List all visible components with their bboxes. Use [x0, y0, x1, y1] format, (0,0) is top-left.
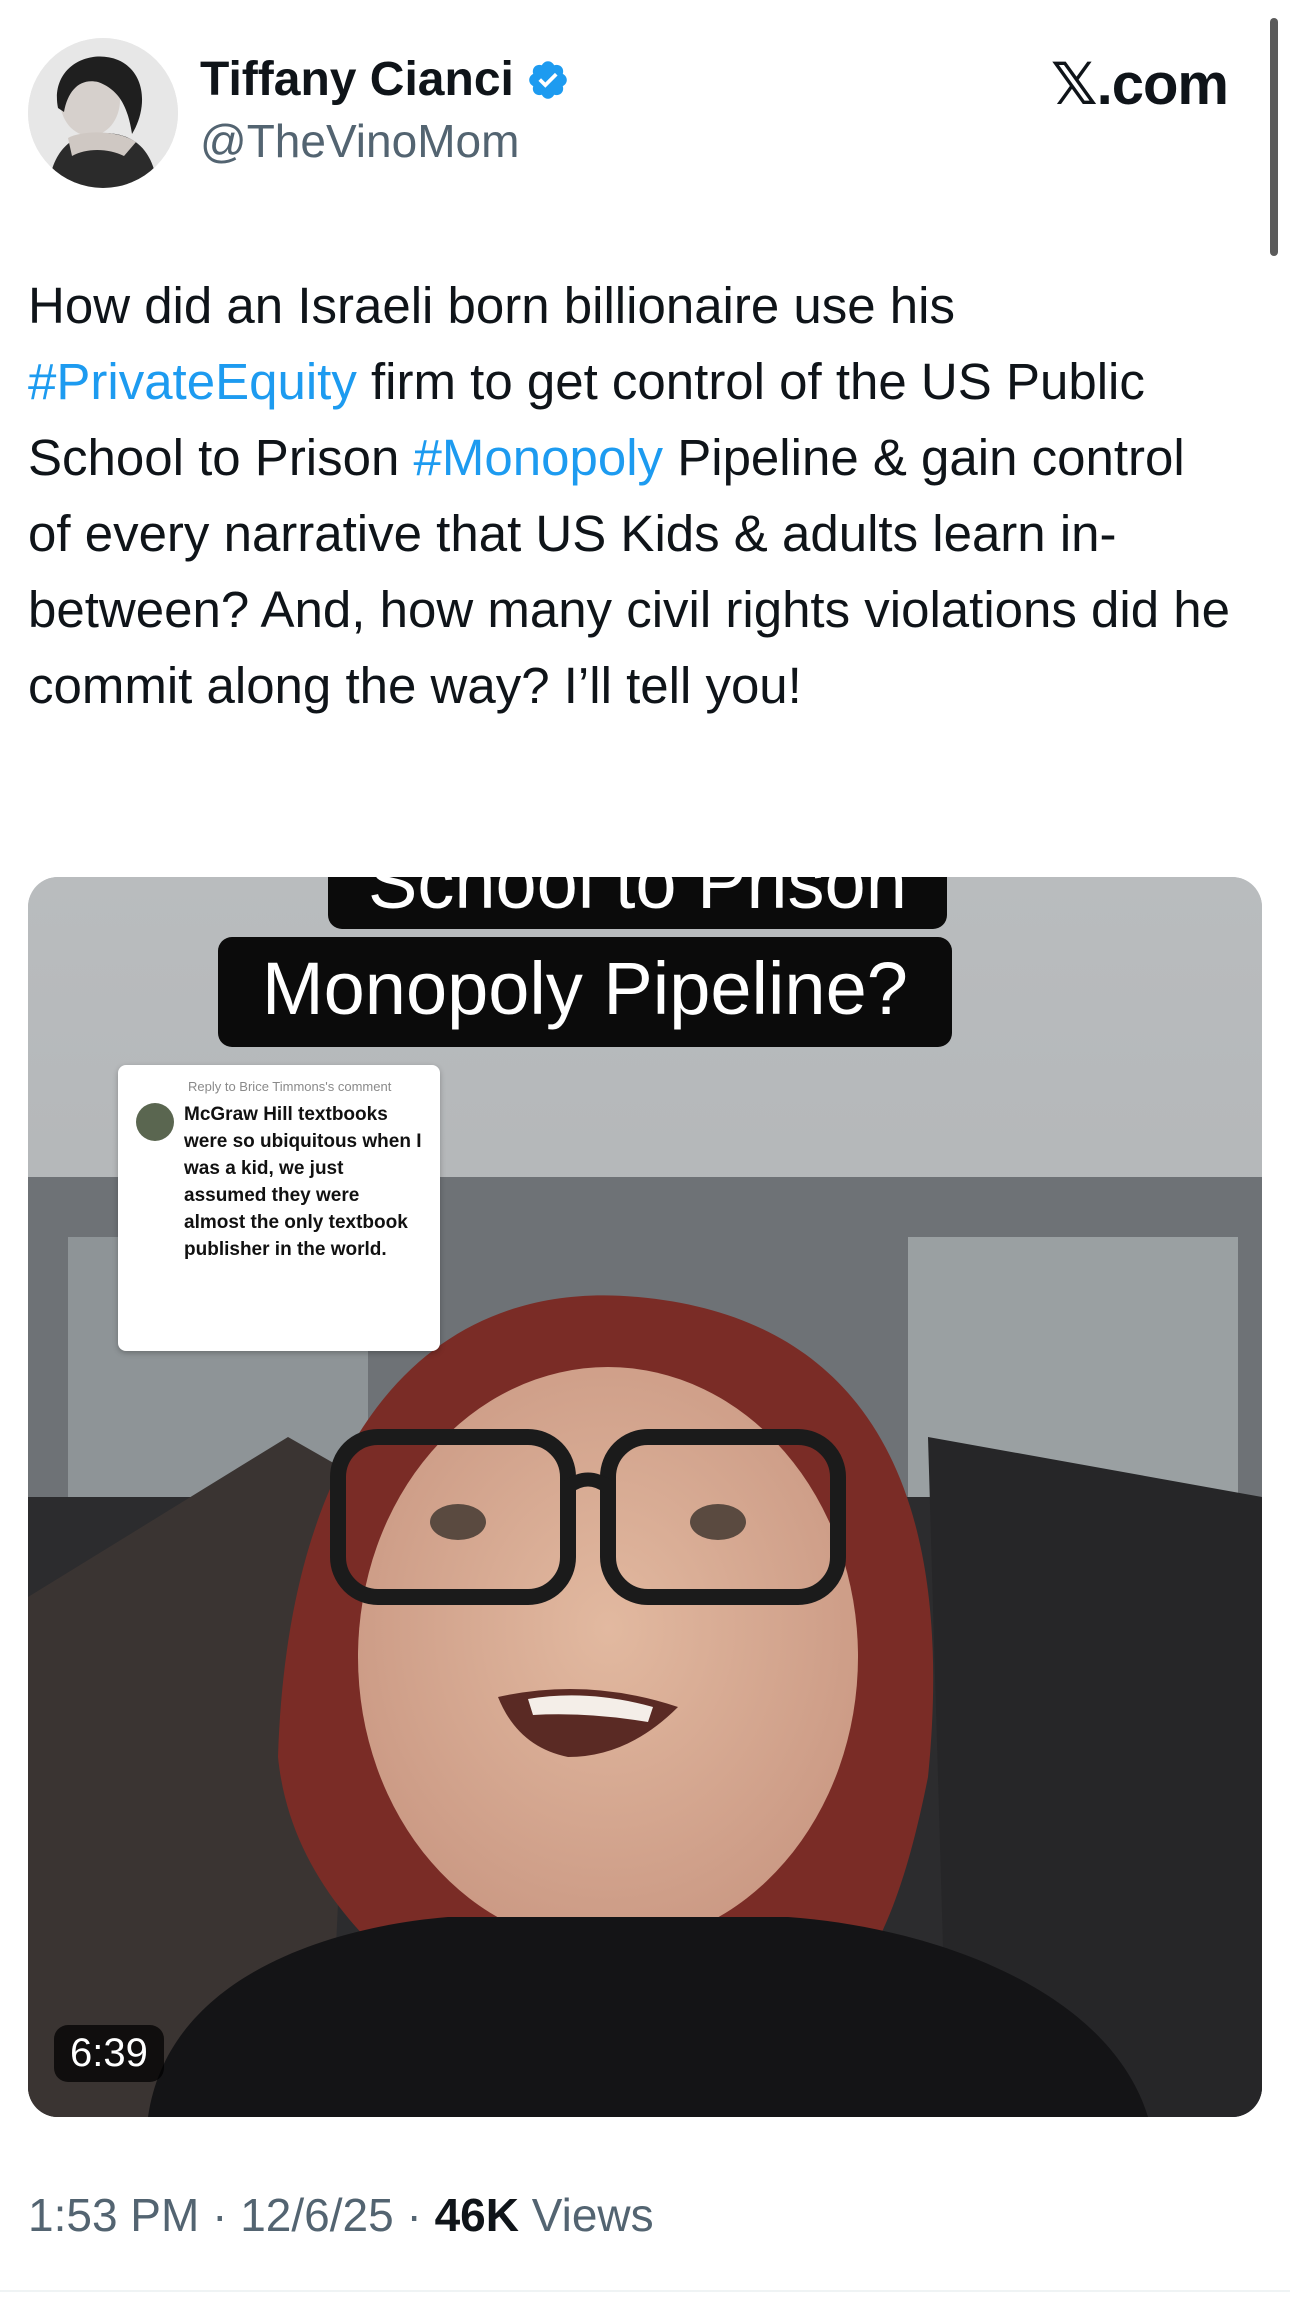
- display-name[interactable]: Tiffany Cianci: [200, 52, 514, 107]
- tweet-meta: 1:53 PM · 12/6/25 · 46K Views: [28, 2188, 654, 2242]
- reply-header: Reply to Brice Timmons's comment: [188, 1079, 392, 1094]
- tweet-text-part: How did an Israeli born billionaire use …: [28, 277, 955, 334]
- reply-body: McGraw Hill textbooks were so ubiquitous…: [136, 1101, 422, 1263]
- video-caption-top: School to Prison: [328, 877, 947, 929]
- tweet-text: How did an Israeli born billionaire use …: [28, 268, 1238, 724]
- avatar[interactable]: [28, 38, 178, 188]
- video-player[interactable]: School to Prison Monopoly Pipeline? Repl…: [28, 877, 1262, 2117]
- post-time[interactable]: 1:53 PM: [28, 2189, 199, 2241]
- divider: [0, 2290, 1290, 2292]
- reply-text: McGraw Hill textbooks were so ubiquitous…: [184, 1104, 422, 1260]
- reply-comment-card: Reply to Brice Timmons's comment McGraw …: [118, 1065, 440, 1351]
- commenter-avatar: [136, 1103, 174, 1141]
- views-label: Views: [518, 2189, 654, 2241]
- profile-photo: [28, 38, 178, 188]
- post-date[interactable]: 12/6/25: [240, 2189, 393, 2241]
- hashtag-link[interactable]: #Monopoly: [414, 429, 664, 486]
- video-caption: Monopoly Pipeline?: [218, 937, 952, 1047]
- separator: ·: [393, 2189, 435, 2241]
- hashtag-link[interactable]: #PrivateEquity: [28, 353, 357, 410]
- author-name-row: Tiffany Cianci: [200, 52, 570, 107]
- video-frame: [28, 877, 1262, 2117]
- separator: ·: [199, 2189, 241, 2241]
- views-count[interactable]: 46K: [435, 2189, 519, 2241]
- video-duration-badge: 6:39: [54, 2025, 164, 2082]
- scrollbar[interactable]: [1270, 18, 1278, 256]
- source-label: 𝕏.com: [1050, 52, 1229, 117]
- verified-badge-icon: [529, 60, 567, 99]
- author-handle[interactable]: @TheVinoMom: [200, 114, 519, 168]
